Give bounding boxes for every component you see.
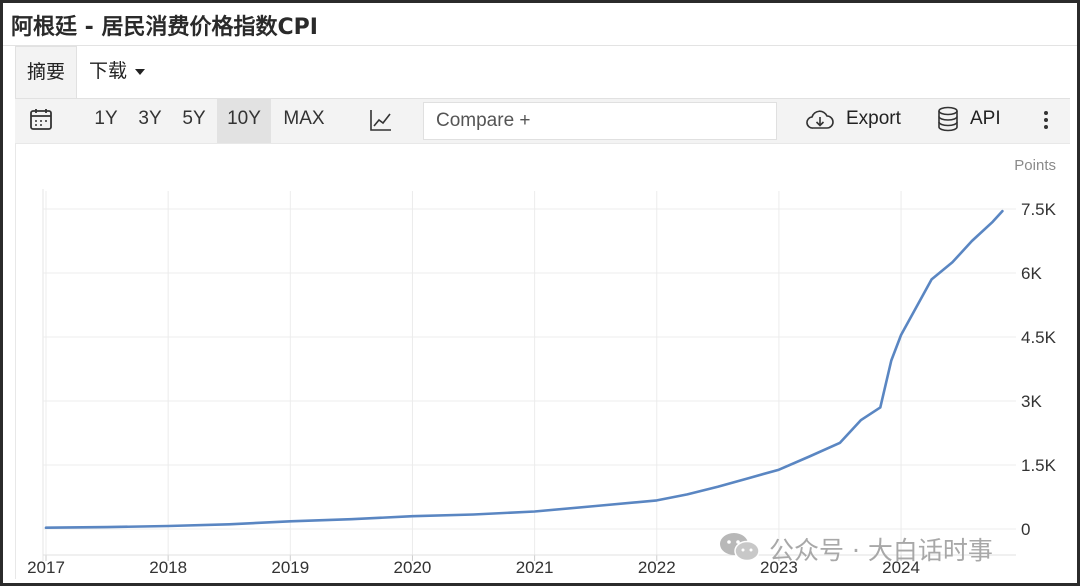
x-tick-label: 2020 xyxy=(394,558,432,577)
range-10y-button[interactable]: 10Y xyxy=(217,99,271,143)
x-tick-label: 2022 xyxy=(638,558,676,577)
y-tick-label: 7.5K xyxy=(1021,200,1057,219)
y-tick-label: 4.5K xyxy=(1021,328,1057,347)
title-bar: 阿根廷 - 居民消费价格指数CPI xyxy=(3,3,1077,46)
compare-input[interactable]: Compare + xyxy=(423,102,777,140)
chart-toolbar: 1Y 3Y 5Y 10Y MAX Compare + Export API xyxy=(15,98,1070,144)
more-vertical-icon[interactable] xyxy=(1041,109,1051,131)
x-tick-label: 2019 xyxy=(271,558,309,577)
tab-download[interactable]: 下载 xyxy=(89,46,146,98)
range-max-button[interactable]: MAX xyxy=(277,99,331,143)
x-tick-label: 2017 xyxy=(27,558,65,577)
series-line xyxy=(44,209,1004,529)
watermark-text: 公众号 · 大白话时事 xyxy=(769,536,993,565)
compare-placeholder: Compare + xyxy=(436,110,531,131)
tab-download-label: 下载 xyxy=(89,60,128,82)
database-icon[interactable] xyxy=(937,106,959,132)
calendar-icon[interactable] xyxy=(29,107,53,131)
range-1y-button[interactable]: 1Y xyxy=(87,99,125,143)
range-3y-button[interactable]: 3Y xyxy=(131,99,169,143)
unit-label: Points xyxy=(1014,157,1056,174)
api-button[interactable]: API xyxy=(970,99,1001,139)
cloud-download-icon[interactable] xyxy=(805,109,835,131)
tab-summary[interactable]: 摘要 xyxy=(15,46,77,99)
caret-down-icon xyxy=(135,68,146,75)
y-tick-label: 1.5K xyxy=(1021,456,1057,475)
y-tick-label: 3K xyxy=(1021,392,1042,411)
line-chart-icon[interactable] xyxy=(369,108,393,132)
y-tick-label: 6K xyxy=(1021,264,1042,283)
tab-bar: 摘要 下载 xyxy=(3,46,1077,99)
x-tick-label: 2021 xyxy=(516,558,554,577)
range-5y-button[interactable]: 5Y xyxy=(175,99,213,143)
cpi-line-chart: Points 0 1.5K 3K 4.5K 6K 7.5K 2017 2018 2019 2020 2… xyxy=(27,157,1057,577)
x-tick-label: 2018 xyxy=(149,558,187,577)
export-button[interactable]: Export xyxy=(846,99,901,139)
chart-area: Points 0 1.5K 3K 4.5K 6K 7.5K 2017 2018 2019 2020 2… xyxy=(15,143,1071,579)
wechat-icon xyxy=(720,533,760,562)
y-tick-label: 0 xyxy=(1021,520,1030,539)
app-window: 阿根廷 - 居民消费价格指数CPI 摘要 下载 1Y 3Y 5Y 10Y MAX… xyxy=(0,0,1080,586)
page-title: 阿根廷 - 居民消费价格指数CPI xyxy=(11,15,318,40)
